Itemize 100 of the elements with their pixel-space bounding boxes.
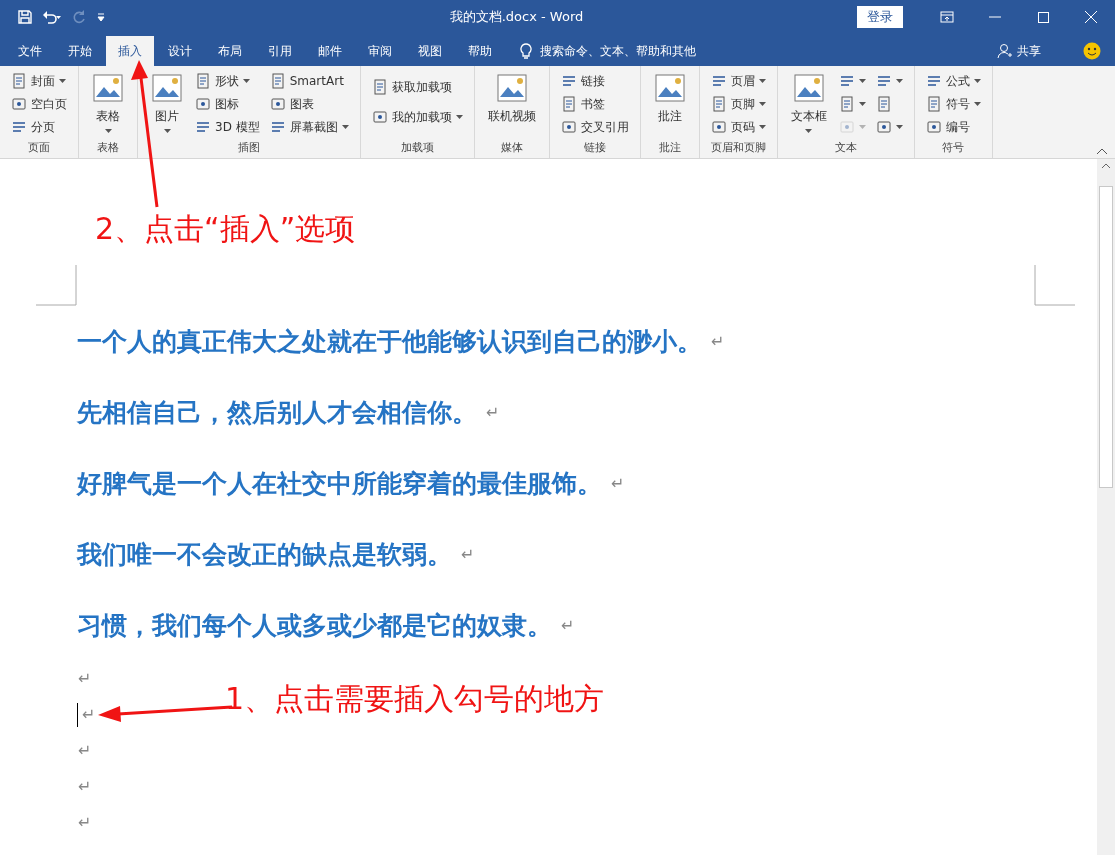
- paragraph-mark: ↵: [485, 401, 500, 424]
- command-icon: [838, 119, 855, 135]
- command-icon: [11, 96, 27, 112]
- paragraph-mark: ↵: [77, 740, 92, 762]
- paragraph-mark: ↵: [460, 543, 475, 566]
- command-icon: [560, 73, 577, 89]
- ribbon-tab[interactable]: 开始: [56, 36, 104, 66]
- ribbon-tab[interactable]: 邮件: [306, 36, 354, 66]
- group-label: 媒体: [499, 140, 524, 156]
- ribbon-command[interactable]: 3D 模型: [193, 116, 262, 138]
- login-button[interactable]: 登录: [857, 6, 903, 28]
- ribbon-command[interactable]: 符号: [923, 93, 983, 115]
- caret-icon: [758, 125, 766, 129]
- ribbon-tab[interactable]: 设计: [156, 36, 204, 66]
- scroll-up-icon[interactable]: [1102, 163, 1110, 168]
- command-icon: [925, 96, 942, 112]
- ribbon-command[interactable]: 图标: [193, 93, 262, 115]
- ribbon-command[interactable]: 编号: [923, 116, 983, 138]
- paragraph-text: 我们唯一不会改正的缺点是软弱。: [77, 539, 452, 571]
- caret-icon: [895, 79, 903, 83]
- undo-icon[interactable]: [42, 10, 62, 24]
- save-icon[interactable]: [18, 10, 32, 24]
- scrollbar-thumb[interactable]: [1099, 186, 1113, 488]
- caret-icon: [858, 79, 866, 83]
- ribbon-command[interactable]: SmartArt: [267, 70, 351, 92]
- paragraph-text: 先相信自己，然后别人才会相信你。: [77, 397, 477, 429]
- redo-icon[interactable]: [72, 10, 86, 24]
- ribbon-command[interactable]: 表格: [88, 70, 128, 140]
- lightbulb-icon: [520, 42, 532, 60]
- ribbon-tab[interactable]: 视图: [406, 36, 454, 66]
- command-icon: [269, 119, 286, 135]
- command-icon: [710, 96, 727, 112]
- caret-icon: [858, 102, 866, 106]
- caret-icon: [805, 129, 813, 133]
- paragraph-text: 习惯，我们每个人或多或少都是它的奴隶。: [77, 610, 552, 642]
- customize-toolbar-icon[interactable]: [96, 12, 106, 22]
- command-icon: [195, 119, 211, 135]
- ribbon-command[interactable]: 空白页: [9, 93, 69, 115]
- ribbon-command[interactable]: 交叉引用: [558, 116, 631, 138]
- ribbon-command[interactable]: 链接: [558, 70, 631, 92]
- ribbon-tab[interactable]: 插入: [106, 36, 154, 66]
- caret-icon: [455, 115, 463, 119]
- caret-icon: [758, 102, 766, 106]
- command-icon: [195, 96, 211, 112]
- ribbon-command[interactable]: 公式: [923, 70, 983, 92]
- paragraph-text: 好脾气是一个人在社交中所能穿着的最佳服饰。: [77, 468, 602, 500]
- command-icon: [875, 96, 892, 112]
- caret-icon: [163, 129, 171, 133]
- ribbon-display-icon: [940, 11, 954, 23]
- ribbon-command[interactable]: 批注: [649, 70, 690, 140]
- ribbon-command[interactable]: 页码: [708, 116, 768, 138]
- command-icon: [560, 96, 577, 112]
- group-label: 链接: [582, 140, 607, 156]
- command-icon: [151, 72, 183, 104]
- command-icon: [925, 119, 942, 135]
- ribbon-tab[interactable]: 帮助: [456, 36, 504, 66]
- group-label: 加载项: [399, 140, 435, 156]
- ribbon-command[interactable]: 屏幕截图: [267, 116, 351, 138]
- ribbon-command[interactable]: 图片: [147, 70, 187, 140]
- window-title: 我的文档.docx - Word: [448, 8, 585, 26]
- command-icon: [875, 73, 892, 89]
- ribbon-command[interactable]: 图表: [267, 93, 351, 115]
- ribbon-command[interactable]: 文本框: [786, 70, 831, 140]
- ribbon-command[interactable]: 页眉: [708, 70, 768, 92]
- caret-icon: [104, 129, 112, 133]
- caret-icon: [243, 79, 250, 83]
- ribbon-command[interactable]: 分页: [9, 116, 69, 138]
- ribbon-command[interactable]: 我的加载项: [369, 106, 465, 128]
- collapse-ribbon-icon[interactable]: [1097, 148, 1107, 154]
- ribbon-command[interactable]: 获取加载项: [369, 76, 465, 98]
- minimize-icon: [989, 16, 1001, 18]
- group-label: 插图: [236, 140, 261, 156]
- annotation-text: 2、点击“插入”选项: [95, 210, 356, 248]
- ribbon-tab[interactable]: 布局: [206, 36, 254, 66]
- paragraph-mark: ↵: [560, 614, 575, 637]
- ribbon-command[interactable]: 页脚: [708, 93, 768, 115]
- command-icon: [653, 72, 686, 104]
- ribbon-command[interactable]: 书签: [558, 93, 631, 115]
- ribbon-command[interactable]: 形状: [193, 70, 262, 92]
- ribbon-tab[interactable]: 文件: [6, 36, 54, 66]
- caret-icon: [758, 79, 766, 83]
- ribbon-tab[interactable]: 审阅: [356, 36, 404, 66]
- group-label: 符号: [941, 140, 966, 156]
- search-field[interactable]: 搜索命令、文本、帮助和其他: [540, 42, 696, 60]
- command-icon: [371, 109, 388, 125]
- group-label: 文本: [833, 140, 858, 156]
- paragraph-mark: ↵: [77, 703, 96, 727]
- share-button[interactable]: 共享: [991, 36, 1047, 66]
- ribbon-tab[interactable]: 引用: [256, 36, 304, 66]
- smiley-icon[interactable]: [1083, 42, 1101, 60]
- command-icon: [925, 73, 942, 89]
- paragraph-mark: ↵: [77, 668, 92, 690]
- ribbon-command[interactable]: 封面: [9, 70, 69, 92]
- command-icon: [875, 119, 892, 135]
- ribbon-command[interactable]: 联机视频: [483, 70, 540, 140]
- command-icon: [195, 73, 211, 89]
- command-icon: [710, 119, 727, 135]
- command-icon: [371, 79, 388, 95]
- annotation-text: 1、点击需要插入勾号的地方: [225, 680, 605, 718]
- paragraph-mark: ↵: [610, 472, 625, 495]
